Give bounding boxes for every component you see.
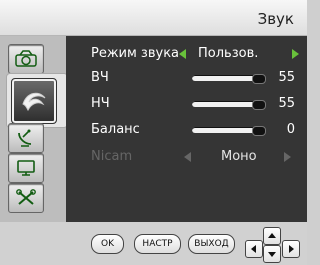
arrow-left-icon[interactable]	[179, 49, 186, 59]
bass-value: 55	[278, 96, 295, 111]
bass-label: НЧ	[91, 96, 110, 111]
bass-slider[interactable]	[192, 100, 266, 110]
nicam-row: Nicam Моно	[66, 146, 307, 168]
satellite-dish-icon	[18, 129, 32, 147]
nicam-value: Моно	[221, 149, 257, 164]
page-title: Звук	[257, 10, 294, 28]
remote-control-footer: OK НАСТР ВЫХОД	[0, 222, 307, 265]
sound-swirl-icon	[22, 92, 46, 112]
header-bar: Звук	[0, 0, 307, 36]
treble-label: ВЧ	[91, 70, 109, 85]
sound-mode-row[interactable]: Режим звука Пользов.	[66, 43, 307, 65]
menu-content: Режим звука Пользов. ВЧ 55 НЧ 55 Баланс …	[0, 36, 307, 222]
balance-slider[interactable]	[192, 126, 266, 136]
sidebar-item-display[interactable]	[8, 153, 44, 183]
tools-icon	[16, 189, 36, 205]
chevron-down-icon	[268, 252, 276, 257]
sound-mode-value: Пользов.	[198, 46, 259, 61]
nav-right-button[interactable]	[282, 240, 300, 258]
nav-up-button[interactable]	[263, 227, 281, 245]
treble-slider-knob[interactable]	[252, 74, 266, 84]
chevron-right-icon	[289, 245, 294, 253]
sidebar-item-channels[interactable]	[8, 123, 44, 153]
sidebar-item-tools[interactable]	[8, 183, 44, 213]
arrow-right-icon[interactable]	[292, 49, 299, 59]
balance-slider-knob[interactable]	[252, 126, 266, 136]
chevron-left-icon	[251, 245, 256, 253]
treble-row[interactable]: ВЧ 55	[66, 67, 307, 89]
nav-down-button[interactable]	[263, 245, 281, 263]
chevron-up-icon	[268, 233, 276, 238]
exit-button[interactable]: ВЫХОД	[188, 234, 235, 254]
balance-value: 0	[286, 122, 295, 137]
sidebar-item-sound[interactable]	[6, 73, 68, 128]
treble-value: 55	[278, 70, 295, 85]
nav-left-button[interactable]	[245, 240, 263, 258]
sidebar-item-sound-tile	[11, 78, 57, 124]
ok-button[interactable]: OK	[91, 234, 124, 254]
nicam-label: Nicam	[91, 149, 133, 164]
treble-slider[interactable]	[192, 74, 266, 84]
balance-label: Баланс	[91, 122, 140, 137]
category-sidebar	[0, 36, 68, 222]
navigation-pad	[245, 227, 302, 263]
tv-menu-window: Звук Режим звука Пользов. ВЧ 55 НЧ 55 Ба…	[0, 0, 307, 265]
setup-button[interactable]: НАСТР	[134, 234, 181, 254]
camera-icon	[15, 50, 37, 67]
bass-slider-knob[interactable]	[252, 100, 266, 110]
sound-mode-label: Режим звука	[91, 46, 180, 61]
balance-row[interactable]: Баланс 0	[66, 119, 307, 141]
arrow-left-icon	[184, 152, 191, 162]
bass-row[interactable]: НЧ 55	[66, 93, 307, 115]
sound-settings-panel: Режим звука Пользов. ВЧ 55 НЧ 55 Баланс …	[66, 36, 307, 222]
sidebar-item-picture[interactable]	[8, 44, 44, 74]
monitor-icon	[17, 160, 35, 176]
arrow-right-icon	[284, 152, 291, 162]
